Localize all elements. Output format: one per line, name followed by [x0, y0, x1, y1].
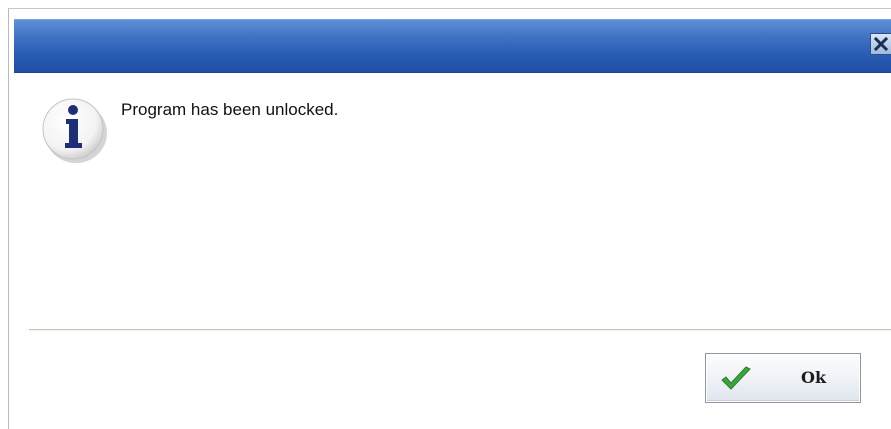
page: Program has been unlocked. Ok [0, 0, 891, 429]
checkmark-icon [720, 366, 752, 392]
close-button[interactable] [870, 33, 891, 55]
divider [29, 329, 891, 331]
dialog-titlebar[interactable] [14, 19, 891, 73]
ok-button-label: Ok [801, 368, 827, 387]
ok-button[interactable]: Ok [705, 353, 861, 403]
message-dialog: Program has been unlocked. Ok [8, 8, 891, 429]
close-icon [874, 37, 888, 51]
dialog-message: Program has been unlocked. [121, 100, 339, 119]
dialog-body: Program has been unlocked. [14, 73, 891, 328]
information-icon [39, 93, 111, 165]
